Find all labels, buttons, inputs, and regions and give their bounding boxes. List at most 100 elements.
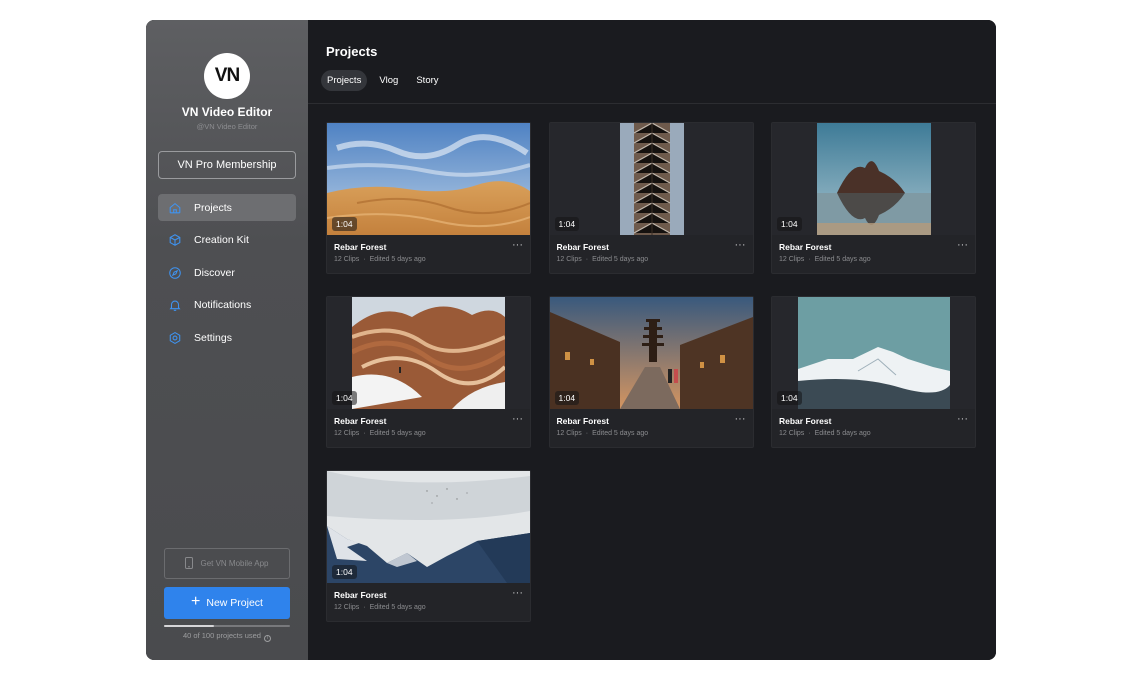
more-options-icon[interactable]: ··· [512,239,523,251]
clip-count: 12 Clips [556,256,582,263]
duration-badge: 1:04 [777,391,802,405]
project-card[interactable]: 1:04 Rebar Forest 12 Clips · Edited 5 days a… [548,122,754,274]
project-title: Rebar Forest [334,590,387,600]
tab-projects[interactable]: Projects [321,70,368,91]
project-thumbnail-image [549,297,753,409]
usage-label: 40 of 100 projects used [183,631,261,640]
usage-progress-fill [164,625,215,627]
sidebar-item-label: Creation Kit [194,234,249,246]
tab-vlog[interactable]: Vlog [373,70,404,91]
clip-count: 12 Clips [556,430,582,437]
get-mobile-app-button[interactable]: Get VN Mobile App [164,548,290,579]
project-card[interactable]: 1:04 Rebar Forest 12 Clips · Edited 5 days a… [548,296,754,448]
cube-icon [168,233,182,247]
project-title: Rebar Forest [556,242,609,252]
project-meta: 12 Clips · Edited 5 days ago [557,430,649,437]
meta-separator: · [363,604,366,611]
tab-story[interactable]: Story [410,70,444,91]
app-logo: VN [204,53,250,99]
pro-membership-button[interactable]: VN Pro Membership [158,151,296,179]
meta-separator: · [363,256,366,263]
app-handle: @VN Video Editor [196,122,258,131]
meta-separator: · [808,256,811,263]
more-options-icon[interactable]: ··· [735,239,746,251]
project-thumbnail[interactable]: 1:04 [772,297,975,409]
project-thumbnail-image [327,123,530,235]
info-icon[interactable]: i [263,635,271,642]
edited-time: Edited 5 days ago [814,430,871,437]
duration-badge: 1:04 [554,391,580,405]
duration-badge: 1:04 [332,565,357,579]
page-title: Projects [326,44,378,59]
project-card[interactable]: 1:04 Rebar Forest 12 Clips · Edited 5 days a… [771,122,976,274]
project-thumbnail[interactable]: 1:04 [327,471,530,583]
project-meta: 12 Clips · Edited 5 days ago [334,256,426,263]
clip-count: 12 Clips [334,430,360,437]
project-meta: 12 Clips · Edited 5 days ago [779,256,871,263]
more-options-icon[interactable]: ··· [957,413,968,425]
meta-separator: · [363,430,366,437]
clip-count: 12 Clips [334,256,360,263]
project-title: Rebar Forest [556,416,609,426]
sidebar-item-label: Notifications [194,299,252,311]
compass-icon [168,266,182,280]
project-meta: 12 Clips · Edited 5 days ago [779,430,871,437]
usage-text: 40 of 100 projects used i [164,631,290,642]
new-project-label: New Project [206,597,263,609]
header-divider [308,103,996,104]
project-card[interactable]: 1:04 Rebar Forest 12 Clips · Edited 5 days a… [771,296,976,448]
sidebar-nav: Projects Creation Kit Discover Notificat… [158,194,296,357]
meta-separator: · [585,430,589,437]
project-card[interactable]: 1:04 Rebar Forest 12 Clips · Edited 5 days a… [326,122,531,274]
project-title: Rebar Forest [334,416,387,426]
sidebar-item-label: Discover [194,266,235,279]
edited-time: Edited 5 days ago [369,430,426,437]
clip-count: 12 Clips [779,430,805,437]
usage-progress-bar [164,625,290,627]
duration-badge: 1:04 [554,217,580,231]
project-card[interactable]: 1:04 Rebar Forest 12 Clips · Edited 5 days a… [326,296,531,448]
sidebar-item-creation-kit[interactable]: Creation Kit [158,227,296,254]
project-thumbnail-image [798,297,950,409]
clip-count: 12 Clips [334,604,360,611]
project-thumbnail[interactable]: 1:04 [327,297,530,409]
clip-count: 12 Clips [779,256,805,263]
project-meta: 12 Clips · Edited 5 days ago [334,430,426,437]
new-project-button[interactable]: + New Project [164,587,290,619]
edited-time: Edited 5 days ago [592,430,649,437]
sidebar-item-notifications[interactable]: Notifications [158,292,296,319]
tab-bar: Projects Vlog Story [321,70,445,91]
project-card[interactable]: 1:04 Rebar Forest 12 Clips · Edited 5 days a… [326,470,531,622]
more-options-icon[interactable]: ··· [957,239,968,251]
project-meta: 12 Clips · Edited 5 days ago [557,256,649,263]
app-name: VN Video Editor [181,105,273,119]
sidebar-item-label: Settings [194,331,232,344]
duration-badge: 1:04 [332,391,357,405]
get-mobile-app-label: Get VN Mobile App [200,559,269,568]
project-thumbnail[interactable]: 1:04 [327,123,530,235]
edited-time: Edited 5 days ago [369,604,426,611]
meta-separator: · [585,256,589,263]
sidebar-item-projects[interactable]: Projects [158,194,296,221]
duration-badge: 1:04 [777,217,802,231]
more-options-icon[interactable]: ··· [512,587,523,599]
project-title: Rebar Forest [779,416,832,426]
plus-icon: + [191,593,201,610]
project-thumbnail[interactable]: 1:04 [772,123,975,235]
more-options-icon[interactable]: ··· [735,413,746,425]
project-thumbnail[interactable]: 1:04 [549,297,753,409]
project-title: Rebar Forest [779,242,832,252]
meta-separator: · [808,430,811,437]
project-thumbnail-image [327,471,530,583]
edited-time: Edited 5 days ago [814,256,871,263]
sidebar-item-label: Projects [194,201,232,214]
sidebar-item-settings[interactable]: Settings [158,324,296,351]
edited-time: Edited 5 days ago [592,256,649,263]
more-options-icon[interactable]: ··· [512,413,523,425]
phone-icon [185,556,194,571]
project-thumbnail[interactable]: 1:04 [549,123,753,235]
bell-icon [168,298,182,312]
sidebar-item-discover[interactable]: Discover [158,259,296,286]
home-icon [168,201,182,215]
sidebar: VN VN Video Editor @VN Video Editor VN P… [146,20,308,660]
